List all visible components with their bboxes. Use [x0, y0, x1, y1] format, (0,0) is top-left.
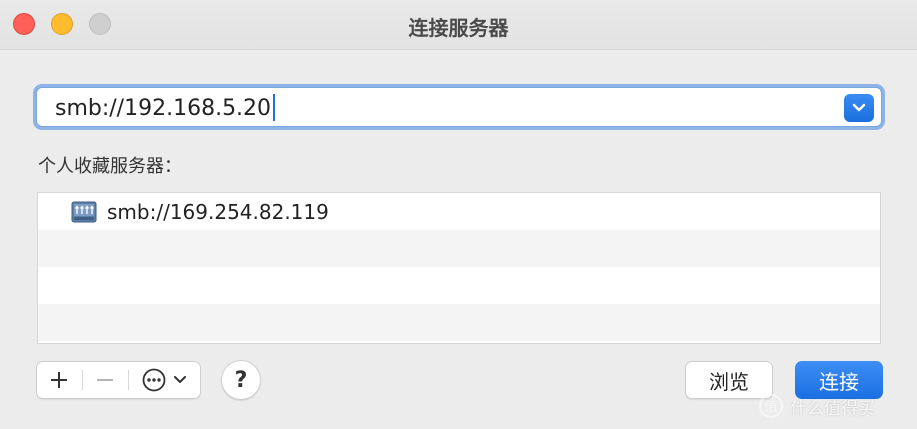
minus-icon: [97, 379, 114, 381]
favorite-servers-label: 个人收藏服务器：: [38, 156, 182, 177]
recent-servers-dropdown-button[interactable]: [844, 94, 874, 122]
watermark: 值 什么值得买: [758, 393, 875, 419]
network-server-icon: [71, 201, 97, 222]
empty-row: [38, 267, 880, 304]
remove-server-button[interactable]: [83, 362, 128, 398]
text-caret: [273, 94, 275, 121]
window-title: 连接服务器: [408, 16, 509, 40]
watermark-text: 什么值得买: [790, 398, 875, 419]
chevron-down-icon: [174, 376, 187, 383]
server-address-input[interactable]: [55, 94, 835, 122]
server-address-field[interactable]: [36, 87, 882, 127]
logo-icon: 值: [759, 394, 783, 418]
list-edit-controls: [36, 361, 201, 399]
empty-row: [38, 230, 880, 267]
favorite-servers-list[interactable]: smb://169.254.82.119: [37, 192, 881, 344]
svg-text:值: 值: [764, 399, 777, 415]
list-item[interactable]: smb://169.254.82.119: [38, 193, 880, 230]
plus-icon: [51, 372, 68, 388]
more-actions-button[interactable]: [129, 362, 200, 398]
title-bar: 连接服务器: [0, 0, 917, 50]
ellipsis-circle-icon: [142, 368, 166, 392]
list-item-label: smb://169.254.82.119: [107, 199, 329, 224]
server-address-field-focus-ring: [33, 84, 885, 130]
empty-row: [38, 304, 880, 341]
help-button[interactable]: ?: [221, 360, 261, 400]
chevron-down-icon: [852, 103, 866, 112]
add-server-button[interactable]: [37, 362, 82, 398]
